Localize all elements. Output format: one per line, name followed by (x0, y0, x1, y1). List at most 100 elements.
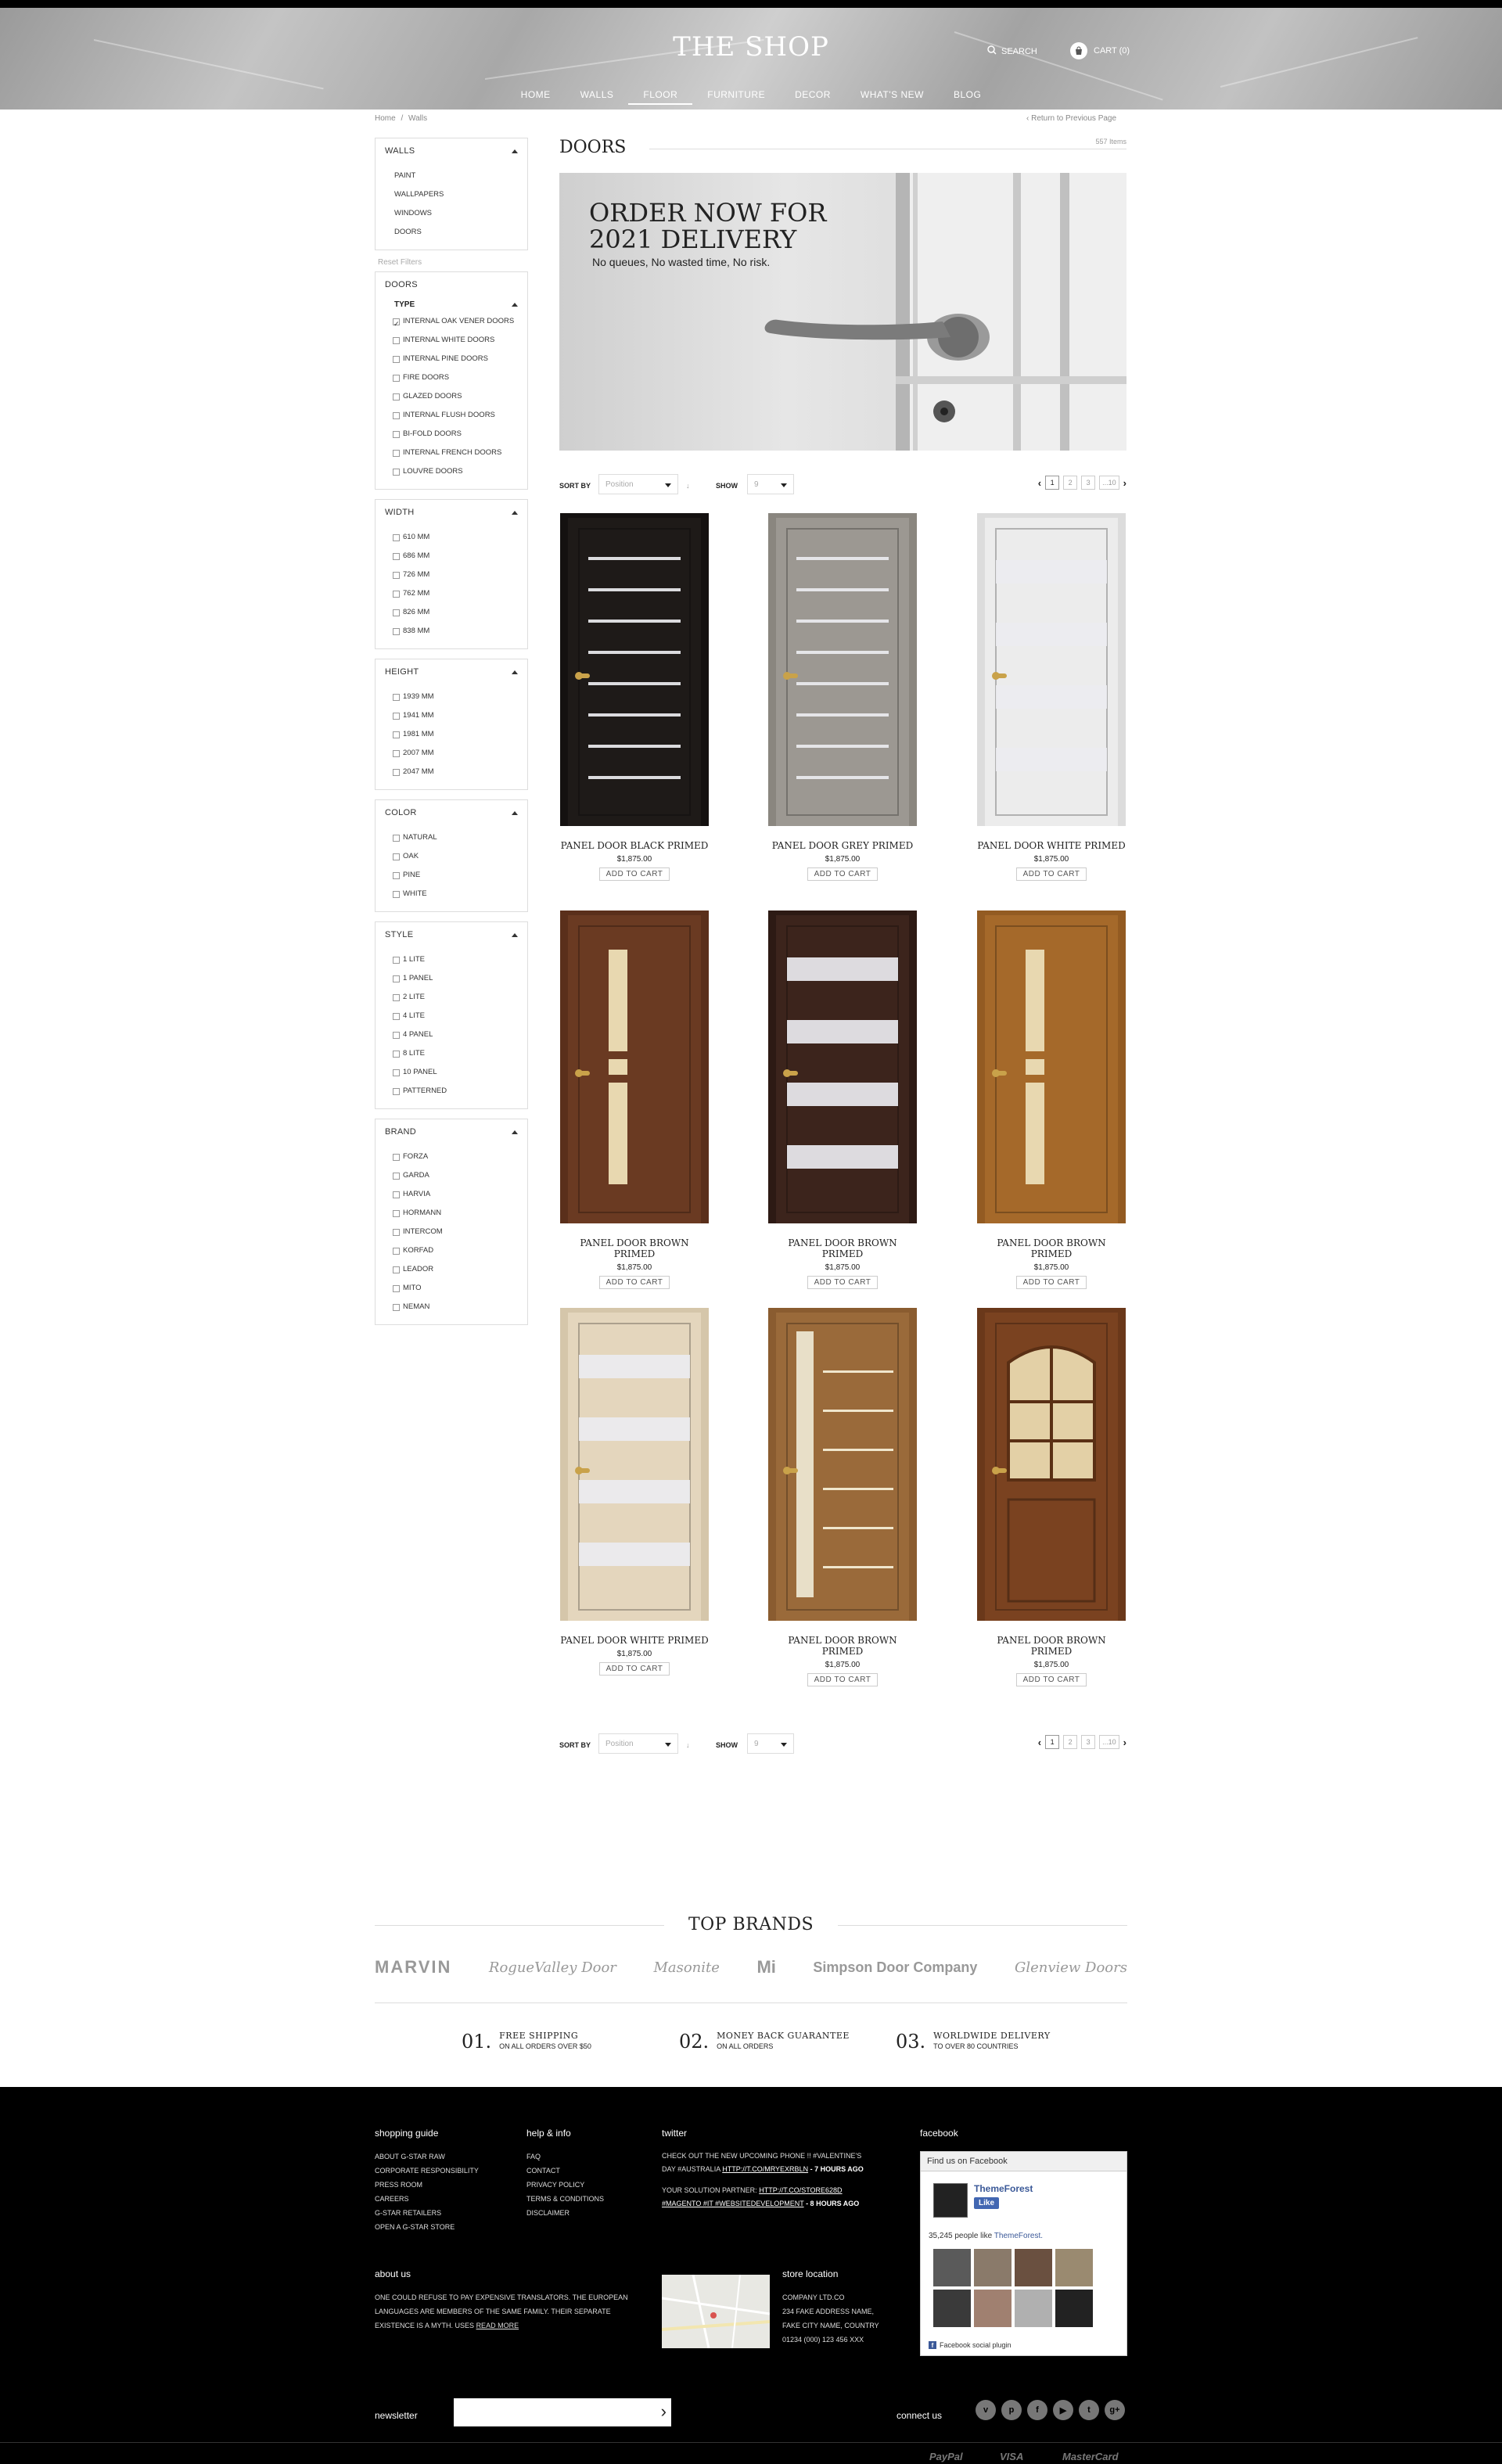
nav-furniture[interactable]: FURNITURE (692, 89, 780, 105)
checkbox[interactable] (393, 1153, 400, 1161)
brand-logo[interactable]: Masonite (653, 1959, 719, 1976)
height-option[interactable]: 1981 MM (385, 725, 518, 744)
show-select[interactable]: 9 (747, 1733, 794, 1754)
fan-avatar[interactable] (974, 2290, 1012, 2327)
product-image[interactable] (977, 1308, 1126, 1621)
checkbox[interactable] (393, 1012, 400, 1020)
google-plus-icon[interactable]: g+ (1105, 2400, 1125, 2420)
product-image[interactable] (560, 1308, 709, 1621)
checkbox[interactable] (393, 993, 400, 1001)
filter-brand-header[interactable]: BRAND (385, 1127, 518, 1137)
collapse-caret-icon[interactable] (512, 1130, 518, 1134)
add-to-cart-button[interactable]: ADD TO CART (598, 867, 670, 881)
product-card[interactable]: PANEL DOOR WHITE PRIMED $1,875.00 ADD TO C… (559, 1308, 710, 1676)
search-link[interactable]: SEARCH (987, 45, 1037, 57)
page-link[interactable]: 1 (1045, 476, 1060, 490)
youtube-icon[interactable]: ▶ (1053, 2400, 1073, 2420)
footer-shopping-link[interactable]: OPEN A G-STAR STORE (375, 2220, 479, 2234)
promo-banner[interactable]: ORDER NOW FOR 2021 DELIVERY No queues, N… (559, 173, 1126, 451)
door-type-option[interactable]: INTERNAL WHITE DOORS (385, 331, 518, 350)
sort-select[interactable]: Position (598, 474, 678, 494)
product-name[interactable]: PANEL DOOR BROWN PRIMED (767, 1635, 918, 1657)
nav-floor[interactable]: FLOOR (628, 89, 693, 105)
style-option[interactable]: PATTERNED (385, 1082, 518, 1101)
filter-height-header[interactable]: HEIGHT (385, 667, 518, 677)
checkbox[interactable] (393, 693, 400, 701)
checkbox[interactable] (393, 871, 400, 879)
page-link[interactable]: 3 (1081, 476, 1096, 490)
door-type-option[interactable]: INTERNAL OAK VENER DOORS (385, 312, 518, 333)
chevron-right-icon[interactable]: › (1123, 1737, 1126, 1748)
color-option[interactable]: PINE (385, 866, 518, 885)
checkbox[interactable] (393, 1172, 400, 1180)
product-name[interactable]: PANEL DOOR BROWN PRIMED (976, 1635, 1126, 1657)
breadcrumb-home[interactable]: Home (375, 114, 396, 123)
height-option[interactable]: 2047 MM (385, 763, 518, 781)
filter-width-header[interactable]: WIDTH (385, 508, 518, 517)
door-type-option[interactable]: LOUVRE DOORS (385, 462, 518, 481)
checkbox[interactable] (393, 1087, 400, 1095)
nav-home[interactable]: HOME (506, 89, 566, 105)
filter-style-header[interactable]: STYLE (385, 930, 518, 939)
fan-avatar[interactable] (1015, 2249, 1052, 2286)
checkbox[interactable] (393, 768, 400, 776)
footer-help-link[interactable]: FAQ (526, 2150, 604, 2164)
color-option[interactable]: NATURAL (385, 828, 518, 847)
collapse-caret-icon[interactable] (512, 149, 518, 153)
checkbox[interactable] (393, 374, 400, 382)
style-option[interactable]: 4 LITE (385, 1007, 518, 1025)
product-card[interactable]: PANEL DOOR BLACK PRIMED $1,875.00 ADD TO C… (559, 513, 710, 881)
footer-shopping-link[interactable]: CAREERS (375, 2192, 479, 2206)
return-previous-link[interactable]: ‹ Return to Previous Page (1026, 114, 1116, 123)
checkbox[interactable] (393, 731, 400, 738)
style-option[interactable]: 2 LITE (385, 988, 518, 1007)
footer-help-link[interactable]: DISCLAIMER (526, 2206, 604, 2220)
sort-select[interactable]: Position (598, 1733, 678, 1754)
fan-avatar[interactable] (1055, 2290, 1093, 2327)
width-option[interactable]: 610 MM (385, 528, 518, 547)
door-type-option[interactable]: FIRE DOORS (385, 368, 518, 387)
filter-doors-header[interactable]: DOORS (385, 280, 518, 289)
fan-avatar[interactable] (933, 2290, 971, 2327)
nav-decor[interactable]: DECOR (780, 89, 846, 105)
product-name[interactable]: PANEL DOOR BROWN PRIMED (767, 1237, 918, 1259)
page-link[interactable]: ...10 (1099, 1735, 1119, 1749)
nav-walls[interactable]: WALLS (566, 89, 629, 105)
filter-color-header[interactable]: COLOR (385, 808, 518, 817)
site-logo[interactable]: THE SHOP (0, 31, 1502, 63)
add-to-cart-button[interactable]: ADD TO CART (1015, 1673, 1087, 1686)
footer-shopping-link[interactable]: ABOUT G-STAR RAW (375, 2150, 479, 2164)
brand-option[interactable]: LEADOR (385, 1260, 518, 1279)
nav-blog[interactable]: BLOG (939, 89, 996, 105)
width-option[interactable]: 762 MM (385, 584, 518, 603)
height-option[interactable]: 2007 MM (385, 744, 518, 763)
checkbox[interactable] (393, 590, 400, 598)
facebook-count-link[interactable]: ThemeForest. (994, 2232, 1043, 2240)
door-type-option[interactable]: INTERNAL FRENCH DOORS (385, 444, 518, 462)
style-option[interactable]: 4 PANEL (385, 1025, 518, 1044)
product-image[interactable] (977, 911, 1126, 1223)
checkbox[interactable] (393, 956, 400, 964)
fan-avatar[interactable] (1055, 2249, 1093, 2286)
checkbox[interactable] (393, 890, 400, 898)
nav-what-s-new[interactable]: WHAT'S NEW (846, 89, 939, 105)
checkbox[interactable] (393, 609, 400, 616)
brand-option[interactable]: HORMANN (385, 1204, 518, 1223)
page-link[interactable]: 2 (1063, 1735, 1078, 1749)
width-option[interactable]: 726 MM (385, 566, 518, 584)
read-more-link[interactable]: READ MORE (476, 2322, 519, 2329)
checkbox[interactable] (393, 355, 400, 363)
brand-option[interactable]: INTERCOM (385, 1223, 518, 1241)
product-name[interactable]: PANEL DOOR GREY PRIMED (767, 840, 918, 851)
footer-shopping-link[interactable]: PRESS ROOM (375, 2178, 479, 2192)
checkbox[interactable] (393, 314, 400, 333)
checkbox[interactable] (393, 749, 400, 757)
add-to-cart-button[interactable]: ADD TO CART (598, 1276, 670, 1289)
color-option[interactable]: WHITE (385, 885, 518, 903)
page-link[interactable]: ...10 (1099, 476, 1119, 490)
product-card[interactable]: PANEL DOOR BROWN PRIMED $1,875.00 ADD TO C… (559, 911, 710, 1289)
chevron-left-icon[interactable]: ‹ (1038, 1737, 1041, 1748)
reset-filters-link[interactable]: Reset Filters (378, 258, 528, 267)
chevron-right-icon[interactable]: › (1123, 477, 1126, 489)
style-option[interactable]: 8 LITE (385, 1044, 518, 1063)
